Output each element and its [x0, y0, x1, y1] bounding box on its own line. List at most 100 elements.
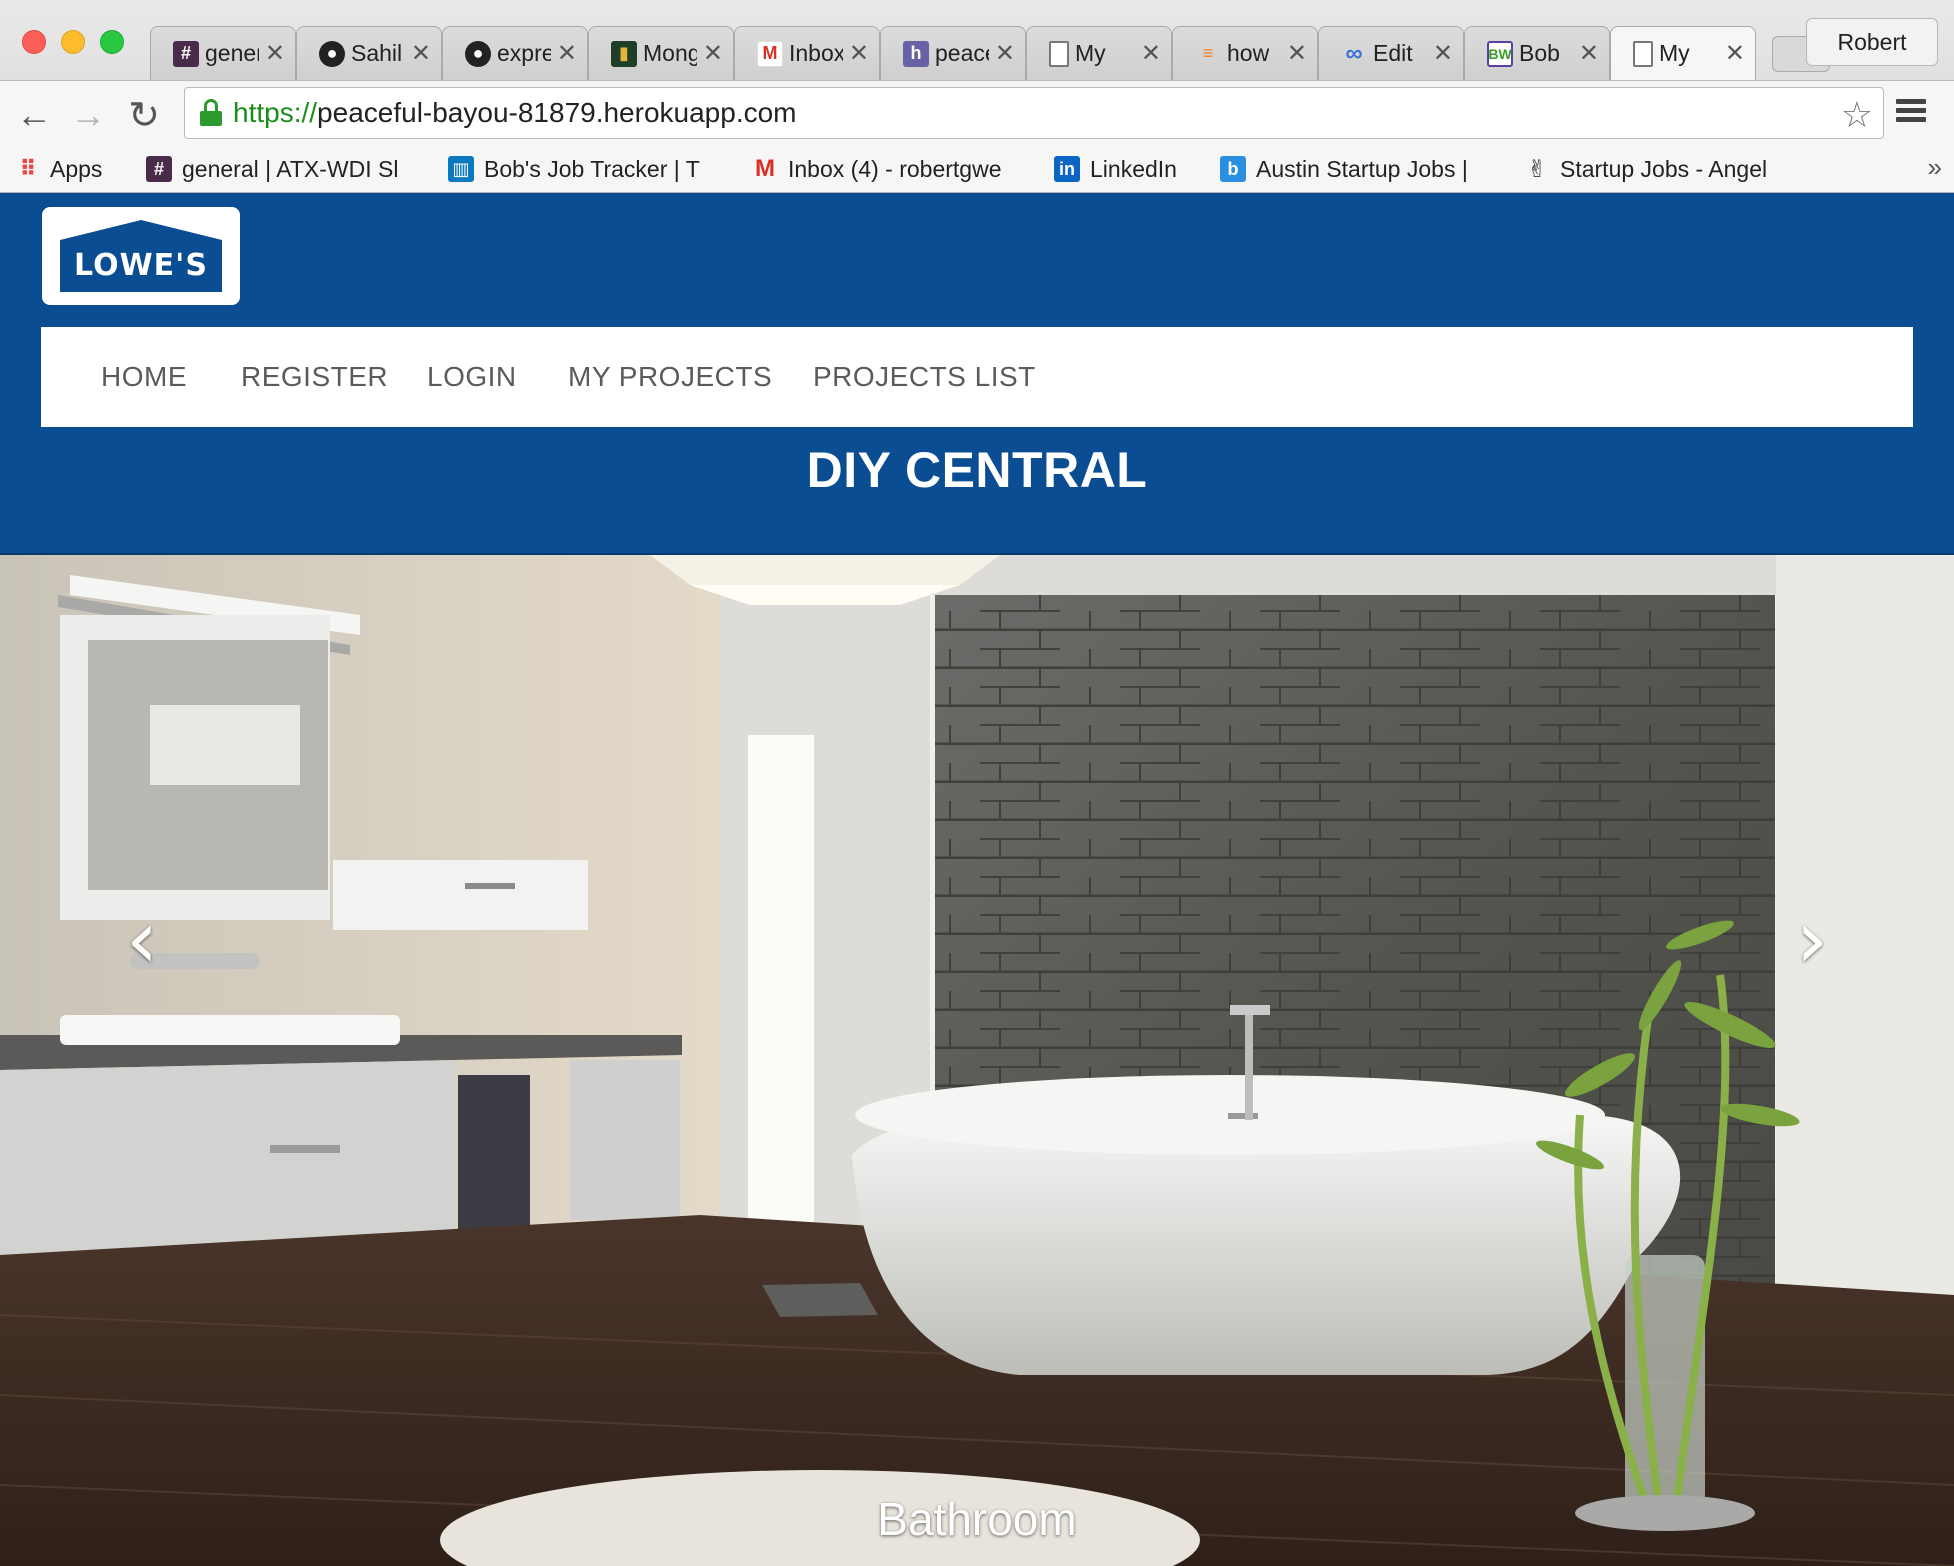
- profile-button[interactable]: Robert: [1806, 18, 1938, 66]
- bookmark-label: LinkedIn: [1090, 155, 1177, 182]
- browser-tab[interactable]: h peaceful ✕: [880, 26, 1026, 80]
- bookmark-apps[interactable]: ⠿ Apps: [14, 152, 102, 186]
- browser-tab[interactable]: M Inbox ✕: [734, 26, 880, 80]
- forward-arrow-icon[interactable]: →: [66, 93, 110, 137]
- back-arrow-icon[interactable]: ←: [12, 93, 56, 137]
- nav-home-link[interactable]: HOME: [101, 327, 187, 427]
- tab-close-icon[interactable]: ✕: [1433, 39, 1453, 68]
- lock-icon: [199, 99, 223, 127]
- browser-tab[interactable]: ≡ how ✕: [1172, 26, 1318, 80]
- trello-icon: ▥: [448, 156, 474, 182]
- linkedin-icon: in: [1054, 156, 1080, 182]
- page-title: DIY CENTRAL: [806, 442, 1148, 498]
- tab-close-icon[interactable]: ✕: [1725, 39, 1745, 68]
- window-close-button[interactable]: [22, 30, 46, 54]
- bookmarks-bar: ⠿ Apps # general | ATX-WDI Sl ▥ Bob's Jo…: [0, 146, 1954, 193]
- tab-title: Inbox: [789, 40, 843, 66]
- carousel-caption: Bathroom: [877, 1493, 1077, 1545]
- reload-icon[interactable]: ↻: [122, 93, 166, 137]
- bookmark-trello[interactable]: ▥ Bob's Job Tracker | T: [448, 152, 718, 186]
- bw-icon: BW: [1487, 40, 1513, 67]
- bookmarks-overflow-icon[interactable]: »: [1928, 152, 1942, 183]
- logo-text: LOWE'S: [74, 248, 208, 283]
- page-icon: [1633, 40, 1653, 67]
- bookmark-star-icon[interactable]: ☆: [1841, 94, 1873, 136]
- bookmark-label: Bob's Job Tracker | T: [484, 155, 700, 182]
- tab-title: My: [1075, 40, 1106, 66]
- window-maximize-button[interactable]: [100, 30, 124, 54]
- tab-title: how: [1227, 40, 1270, 66]
- tab-close-icon[interactable]: ✕: [411, 39, 431, 68]
- angellist-icon: ✌: [1526, 155, 1548, 183]
- gmail-icon: M: [757, 40, 783, 67]
- page-content: LOWE'S HOME REGISTER LOGIN MY PROJECTS P…: [0, 193, 1954, 1566]
- bookmark-label: Apps: [50, 155, 103, 182]
- url-scheme: https://: [233, 97, 318, 128]
- tab-close-icon[interactable]: ✕: [557, 39, 577, 68]
- url-text[interactable]: https://peaceful-bayou-81879.herokuapp.c…: [233, 97, 797, 129]
- tab-title: Mongo: [643, 40, 697, 66]
- stackoverflow-icon: ≡: [1202, 43, 1214, 63]
- site-header: LOWE'S HOME REGISTER LOGIN MY PROJECTS P…: [0, 193, 1954, 555]
- tab-close-icon[interactable]: ✕: [1579, 39, 1599, 68]
- browser-tab[interactable]: # general ✕: [150, 26, 296, 80]
- browser-tab[interactable]: ∞ Edit ✕: [1318, 26, 1464, 80]
- tab-title: Bob: [1519, 40, 1560, 66]
- bookmark-label: Startup Jobs - Angel: [1560, 155, 1768, 182]
- tab-close-icon[interactable]: ✕: [995, 39, 1015, 68]
- tab-title: express: [497, 40, 551, 66]
- carousel-next-chevron-icon[interactable]: ›: [1782, 900, 1842, 980]
- browser-tab[interactable]: ▮ Mongo ✕: [588, 26, 734, 80]
- carousel-prev-chevron-icon[interactable]: ‹: [112, 900, 172, 980]
- nav-my-projects-link[interactable]: MY PROJECTS: [568, 327, 772, 427]
- tab-close-icon[interactable]: ✕: [703, 39, 723, 68]
- tab-close-icon[interactable]: ✕: [265, 39, 285, 68]
- bookmark-label: Austin Startup Jobs |: [1256, 155, 1468, 182]
- bookmark-gmail[interactable]: M Inbox (4) - robertgwe: [752, 152, 1022, 186]
- slack-hash-icon: #: [146, 156, 172, 182]
- tab-title: Edit: [1373, 40, 1413, 66]
- browser-tab[interactable]: ● express ✕: [442, 26, 588, 80]
- nav-register-link[interactable]: REGISTER: [241, 327, 388, 427]
- bookmark-slack[interactable]: # general | ATX-WDI Sl: [146, 152, 416, 186]
- nav-login-link[interactable]: LOGIN: [427, 327, 517, 427]
- github-icon: ●: [465, 40, 491, 67]
- slack-hash-icon: #: [173, 40, 199, 67]
- tab-strip: # general ✕ ● Sahil ✕ ● express ✕ ▮ Mong…: [0, 0, 1954, 80]
- browser-tab[interactable]: ● Sahil ✕: [296, 26, 442, 80]
- window-minimize-button[interactable]: [61, 30, 85, 54]
- infinity-icon: ∞: [1345, 39, 1363, 67]
- lowes-logo[interactable]: LOWE'S: [42, 207, 240, 305]
- browser-chrome: # general ✕ ● Sahil ✕ ● express ✕ ▮ Mong…: [0, 0, 1954, 193]
- builtin-icon: b: [1220, 156, 1246, 182]
- gmail-icon: M: [755, 155, 775, 182]
- tab-close-icon[interactable]: ✕: [849, 39, 869, 68]
- bookmark-linkedin[interactable]: in LinkedIn: [1054, 152, 1177, 186]
- browser-tab[interactable]: BW Bob ✕: [1464, 26, 1610, 80]
- main-navbar: HOME REGISTER LOGIN MY PROJECTS PROJECTS…: [41, 327, 1913, 427]
- tab-close-icon[interactable]: ✕: [1287, 39, 1307, 68]
- browser-tab-active[interactable]: My ✕: [1610, 26, 1756, 80]
- bathroom-image: [0, 555, 1954, 1566]
- nav-projects-list-link[interactable]: PROJECTS LIST: [813, 327, 1036, 427]
- bookmark-builtin[interactable]: b Austin Startup Jobs |: [1220, 152, 1490, 186]
- tab-title: Sahil: [351, 40, 403, 66]
- browser-tab[interactable]: My ✕: [1026, 26, 1172, 80]
- browser-toolbar: ← → ↻ https://peaceful-bayou-81879.herok…: [0, 80, 1954, 146]
- address-bar[interactable]: https://peaceful-bayou-81879.herokuapp.c…: [184, 87, 1884, 139]
- bookmark-angellist[interactable]: ✌ Startup Jobs - Angel: [1524, 152, 1794, 186]
- image-carousel[interactable]: ‹ › Bathroom: [0, 555, 1954, 1566]
- mongo-icon: ▮: [611, 40, 637, 67]
- bookmark-label: Inbox (4) - robertgwe: [788, 155, 1002, 182]
- github-icon: ●: [319, 40, 345, 67]
- tab-close-icon[interactable]: ✕: [1141, 39, 1161, 68]
- apps-grid-icon: ⠿: [19, 156, 36, 181]
- bookmark-label: general | ATX-WDI Sl: [182, 155, 399, 182]
- tab-title: My: [1659, 40, 1690, 66]
- url-host: peaceful-bayou-81879.herokuapp.com: [317, 97, 797, 128]
- page-icon: [1049, 40, 1069, 67]
- tab-title: general: [205, 40, 259, 66]
- hamburger-menu-icon[interactable]: [1896, 95, 1926, 129]
- tab-title: peaceful: [935, 40, 989, 66]
- heroku-icon: h: [903, 40, 929, 67]
